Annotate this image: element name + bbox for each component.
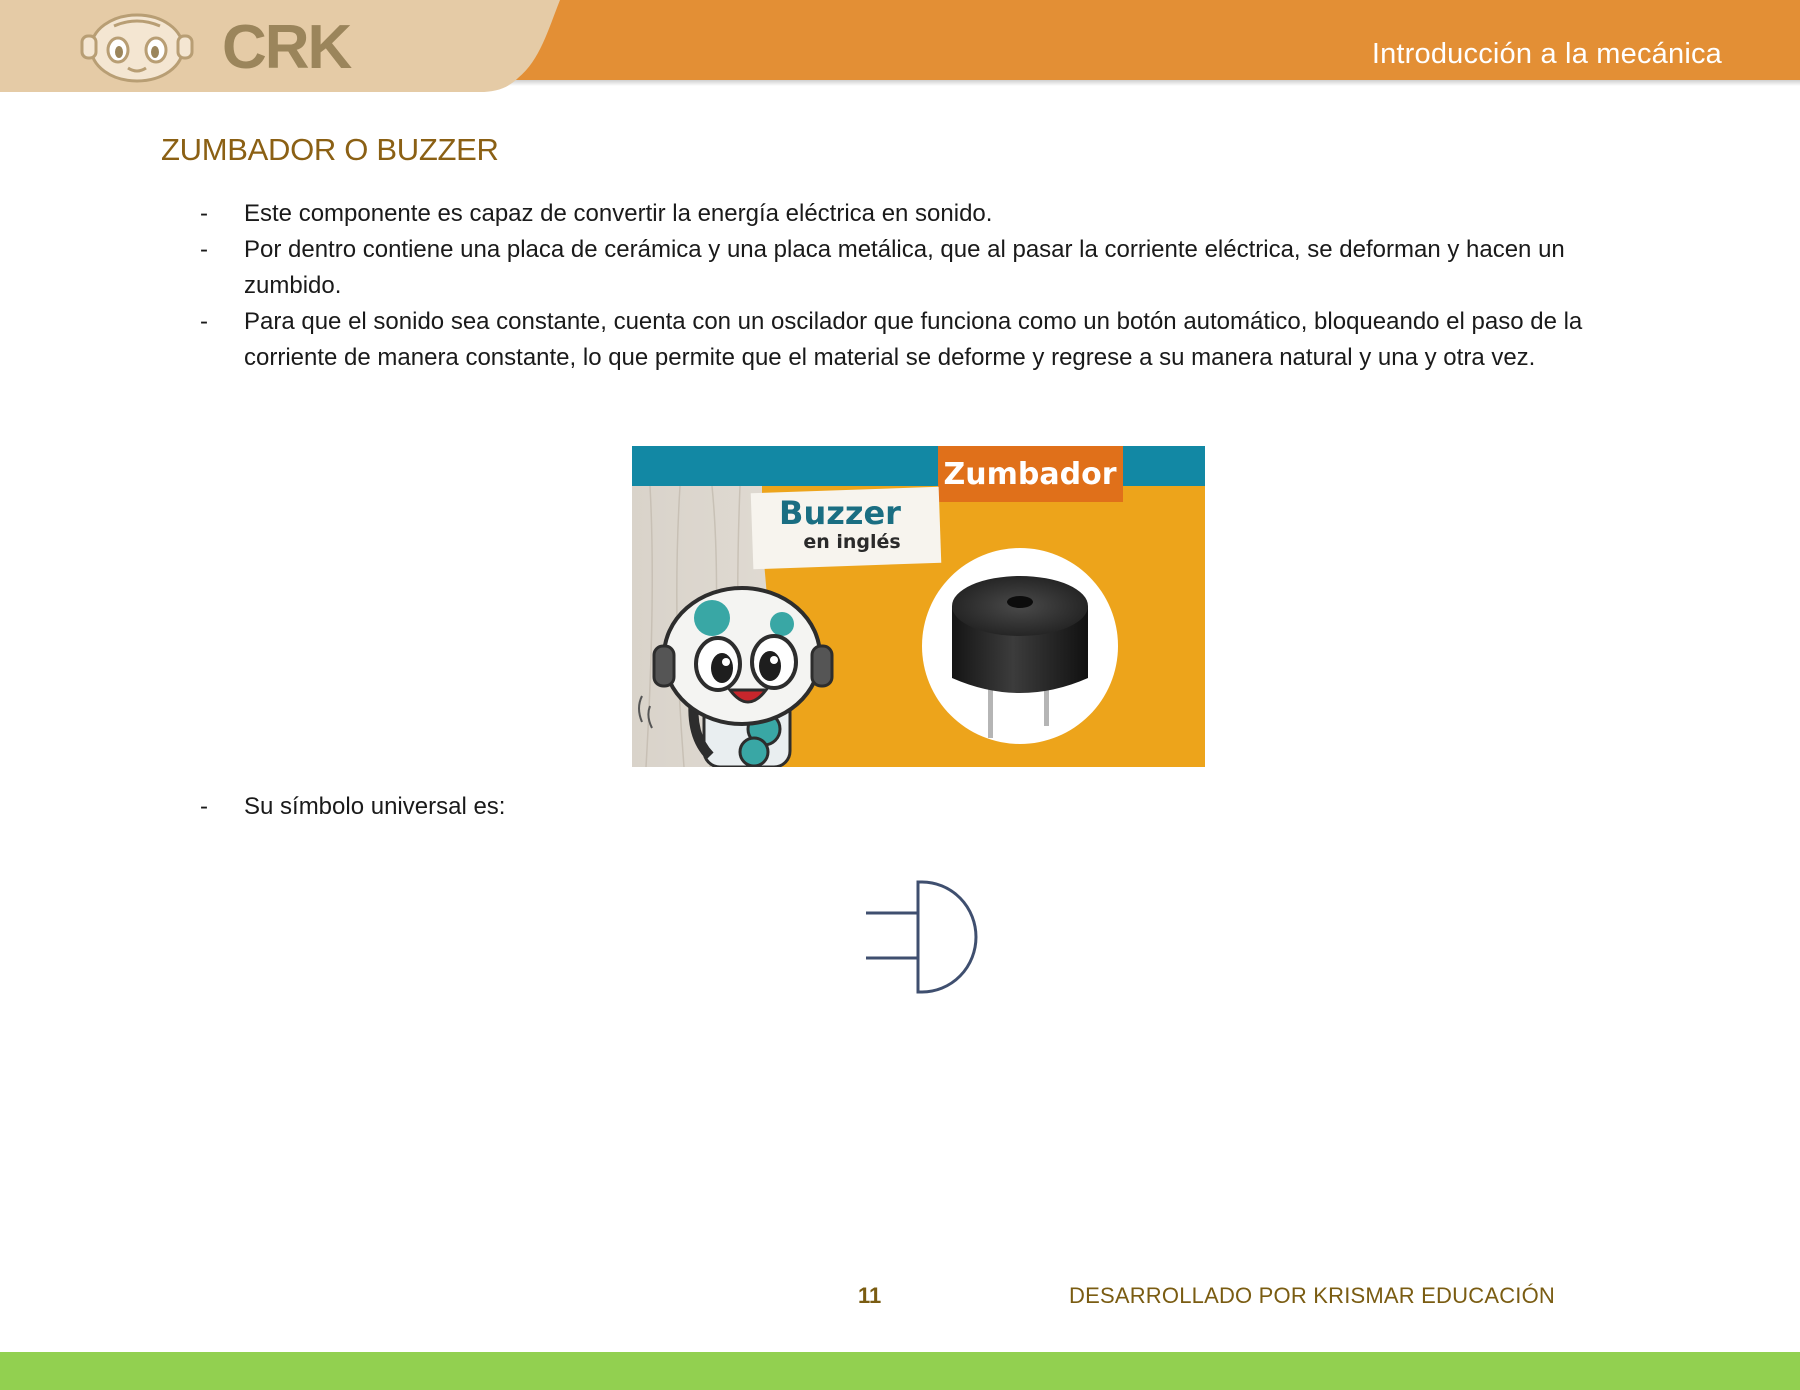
section-title: ZUMBADOR O BUZZER: [161, 132, 499, 167]
list-item: - Por dentro contiene una placa de cerám…: [200, 232, 1660, 304]
page-number: 11: [858, 1283, 882, 1308]
logo-text: CRK: [222, 13, 352, 82]
list-item: - Su símbolo universal es:: [200, 789, 1044, 825]
footer-credit: DESARROLLADO POR KRISMAR EDUCACIÓN: [1069, 1283, 1555, 1308]
card-title: Buzzer: [779, 494, 901, 532]
mascot-logo-icon: [80, 13, 194, 83]
bullet-text: Este componente es capaz de convertir la…: [244, 200, 993, 227]
footer-bar: [0, 1352, 1800, 1390]
bullet-dash: -: [200, 793, 208, 820]
header-title: Introducción a la mecánica: [1371, 38, 1722, 70]
bullet-dash: -: [200, 308, 208, 335]
badge-label: Zumbador: [944, 457, 1117, 492]
bullet-text: Su símbolo universal es:: [244, 793, 506, 820]
list-item: - Para que el sonido sea constante, cuen…: [200, 304, 1660, 376]
bullet-text: Para que el sonido sea constante, cuenta…: [244, 308, 1583, 371]
card-subtitle: en inglés: [803, 531, 900, 553]
bullet-dash: -: [200, 200, 208, 227]
bullet-text: Por dentro contiene una placa de cerámic…: [244, 236, 1565, 299]
buzzer-illustration: Zumbador Buzzer en inglés: [632, 446, 1205, 767]
bullet-dash: -: [200, 236, 208, 263]
bullet-list: - Este componente es capaz de convertir …: [200, 196, 1660, 376]
list-item: - Este componente es capaz de convertir …: [200, 196, 1660, 232]
buzzer-symbol-icon: [866, 880, 978, 994]
